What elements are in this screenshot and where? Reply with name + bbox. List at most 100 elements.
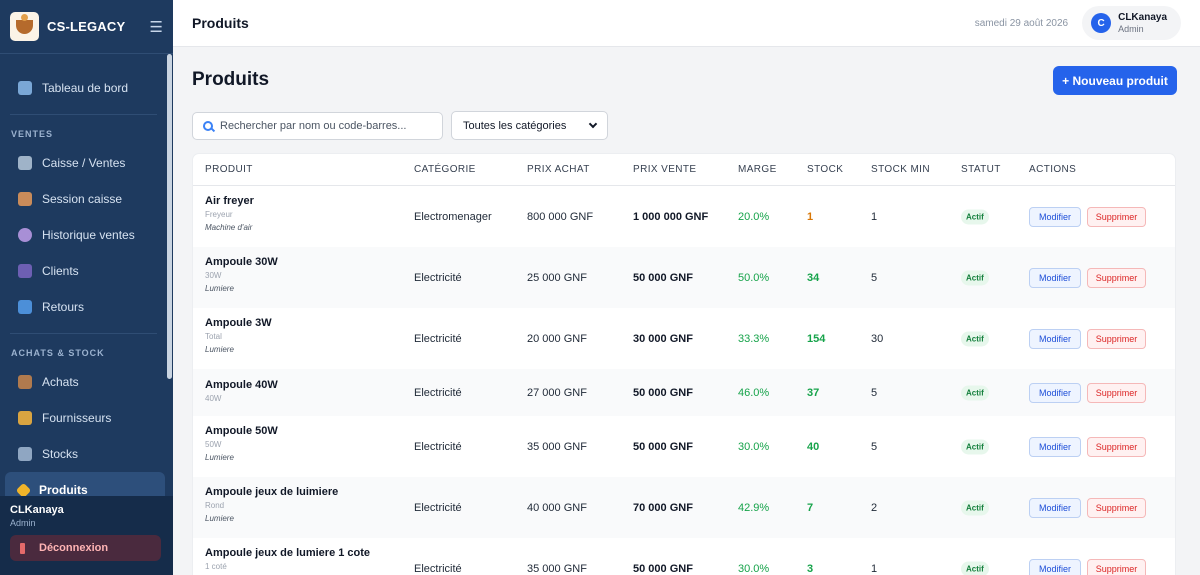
search-box[interactable] <box>192 112 443 140</box>
sidebar-item-suppliers[interactable]: Fournisseurs <box>0 400 173 436</box>
product-cell: Ampoule 50W 50W Lumiere <box>205 425 278 462</box>
column-header[interactable]: ACTIONS <box>1029 164 1076 175</box>
table-body: Air freyer Freyeur Machine d'air Electromen… <box>193 186 1175 575</box>
product-name: Ampoule 50W <box>205 425 278 437</box>
menu-toggle-icon[interactable]: ☰ <box>150 18 163 36</box>
margin-cell: 30.0% <box>738 562 770 575</box>
edit-button[interactable]: Modifier <box>1029 497 1081 518</box>
footer-user-name: CLKanaya <box>10 504 64 516</box>
brand-name: CS-LEGACY <box>47 19 126 34</box>
search-icon <box>203 121 213 131</box>
stock-min-cell: 1 <box>871 210 878 223</box>
margin-cell: 46.0% <box>738 386 770 399</box>
product-name: Ampoule 3W <box>205 317 272 329</box>
column-header[interactable]: STATUT <box>961 164 1001 175</box>
product-description: 50W <box>205 440 222 449</box>
product-description: 30W <box>205 271 222 280</box>
stock-cell: 7 <box>807 501 814 514</box>
sidebar-item-returns[interactable]: Retours <box>0 289 173 325</box>
product-cell: Ampoule 30W 30W Lumiere <box>205 256 278 293</box>
section-title-sales: VENTES <box>11 129 54 139</box>
sidebar-item-dashboard[interactable]: Tableau de bord <box>0 62 173 114</box>
status-badge: Actif <box>961 439 989 454</box>
product-type: Lumiere <box>205 453 234 462</box>
product-type: Machine d'air <box>205 223 253 232</box>
column-header[interactable]: PRIX VENTE <box>633 164 696 175</box>
delete-button[interactable]: Supprimer <box>1087 558 1146 575</box>
sell-price-cell: 30 000 GNF <box>633 332 693 345</box>
sidebar-item-label: Retours <box>42 300 85 314</box>
column-header[interactable]: STOCK MIN <box>871 164 930 175</box>
buy-price-cell: 27 000 GNF <box>527 386 587 399</box>
edit-button[interactable]: Modifier <box>1029 328 1081 349</box>
sidebar-item-clients[interactable]: Clients <box>0 253 173 289</box>
buy-price-cell: 35 000 GNF <box>527 440 587 453</box>
clock-icon <box>18 228 32 242</box>
product-cell: Ampoule 3W Total Lumiere <box>205 317 272 354</box>
category-cell: Electricité <box>414 332 462 345</box>
column-header[interactable]: PRODUIT <box>205 164 253 175</box>
edit-button[interactable]: Modifier <box>1029 436 1081 457</box>
product-cell: Ampoule jeux de lumiere 1 cote 1 coté <box>205 547 370 571</box>
stock-cell: 154 <box>807 332 826 345</box>
product-description: Total <box>205 332 222 341</box>
category-select[interactable]: Toutes les catégories <box>451 111 608 140</box>
sidebar-item-label: Caisse / Ventes <box>42 156 126 170</box>
user-menu[interactable]: C CLKanaya Admin <box>1082 6 1181 40</box>
edit-button[interactable]: Modifier <box>1029 558 1081 575</box>
sell-price-cell: 50 000 GNF <box>633 440 693 453</box>
product-description: Rond <box>205 501 225 510</box>
sidebar-item-label: Clients <box>42 264 79 278</box>
delete-button[interactable]: Supprimer <box>1087 497 1146 518</box>
new-product-button[interactable]: + Nouveau produit <box>1053 66 1177 95</box>
product-name: Ampoule jeux de lumiere 1 cote <box>205 547 371 559</box>
stock-cell: 1 <box>807 210 814 223</box>
stock-min-cell: 1 <box>871 562 878 575</box>
sidebar-item-label: Tableau de bord <box>42 81 129 95</box>
bar-chart-icon <box>18 447 32 461</box>
stock-min-cell: 5 <box>871 440 878 453</box>
edit-button[interactable]: Modifier <box>1029 267 1081 288</box>
delete-button[interactable]: Supprimer <box>1087 328 1146 349</box>
margin-cell: 42.9% <box>738 501 770 514</box>
stock-cell: 37 <box>807 386 820 399</box>
edit-button[interactable]: Modifier <box>1029 206 1081 227</box>
sidebar-item-stocks[interactable]: Stocks <box>0 436 173 472</box>
category-select-value: Toutes les catégories <box>463 119 567 132</box>
search-input[interactable] <box>220 120 430 132</box>
sidebar-item-purchases[interactable]: Achats <box>0 364 173 400</box>
sidebar-item-label: Fournisseurs <box>42 411 112 425</box>
category-cell: Electricité <box>414 386 462 399</box>
sidebar-item-label: Historique ventes <box>42 228 135 242</box>
product-type: Lumiere <box>205 514 234 523</box>
sidebar-item-cash-session[interactable]: Session caisse <box>0 181 173 217</box>
column-header[interactable]: PRIX ACHAT <box>527 164 590 175</box>
stock-min-cell: 5 <box>871 271 878 284</box>
delete-button[interactable]: Supprimer <box>1087 436 1146 457</box>
main-content: Produits + Nouveau produit Toutes les ca… <box>173 47 1200 575</box>
margin-cell: 50.0% <box>738 271 770 284</box>
logout-button[interactable]: Déconnexion <box>10 535 161 561</box>
delete-button[interactable]: Supprimer <box>1087 206 1146 227</box>
delete-button[interactable]: Supprimer <box>1087 382 1146 403</box>
edit-button[interactable]: Modifier <box>1029 382 1081 403</box>
chevron-down-icon <box>588 119 598 129</box>
buy-price-cell: 35 000 GNF <box>527 562 587 575</box>
delete-button[interactable]: Supprimer <box>1087 267 1146 288</box>
product-description: 40W <box>205 394 222 403</box>
column-header[interactable]: MARGE <box>738 164 777 175</box>
table-row: Ampoule 3W Total Lumiere Electricité 20 000 … <box>193 308 1175 369</box>
footer-user-role: Admin <box>10 518 36 528</box>
column-header[interactable]: STOCK <box>807 164 843 175</box>
sidebar-item-sales-history[interactable]: Historique ventes <box>0 217 173 253</box>
table-row: Air freyer Freyeur Machine d'air Electromen… <box>193 186 1175 247</box>
sell-price-cell: 50 000 GNF <box>633 386 693 399</box>
table-header: PRODUIT CATÉGORIE PRIX ACHAT PRIX VENTE … <box>193 154 1175 186</box>
sidebar-item-pos[interactable]: Caisse / Ventes <box>0 145 173 181</box>
product-name: Air freyer <box>205 195 254 207</box>
column-header[interactable]: CATÉGORIE <box>414 164 476 175</box>
stock-cell: 40 <box>807 440 820 453</box>
sidebar-scrollbar[interactable] <box>167 54 172 379</box>
brand-header: CS-LEGACY ☰ <box>0 0 173 54</box>
sell-price-cell: 1 000 000 GNF <box>633 210 709 223</box>
